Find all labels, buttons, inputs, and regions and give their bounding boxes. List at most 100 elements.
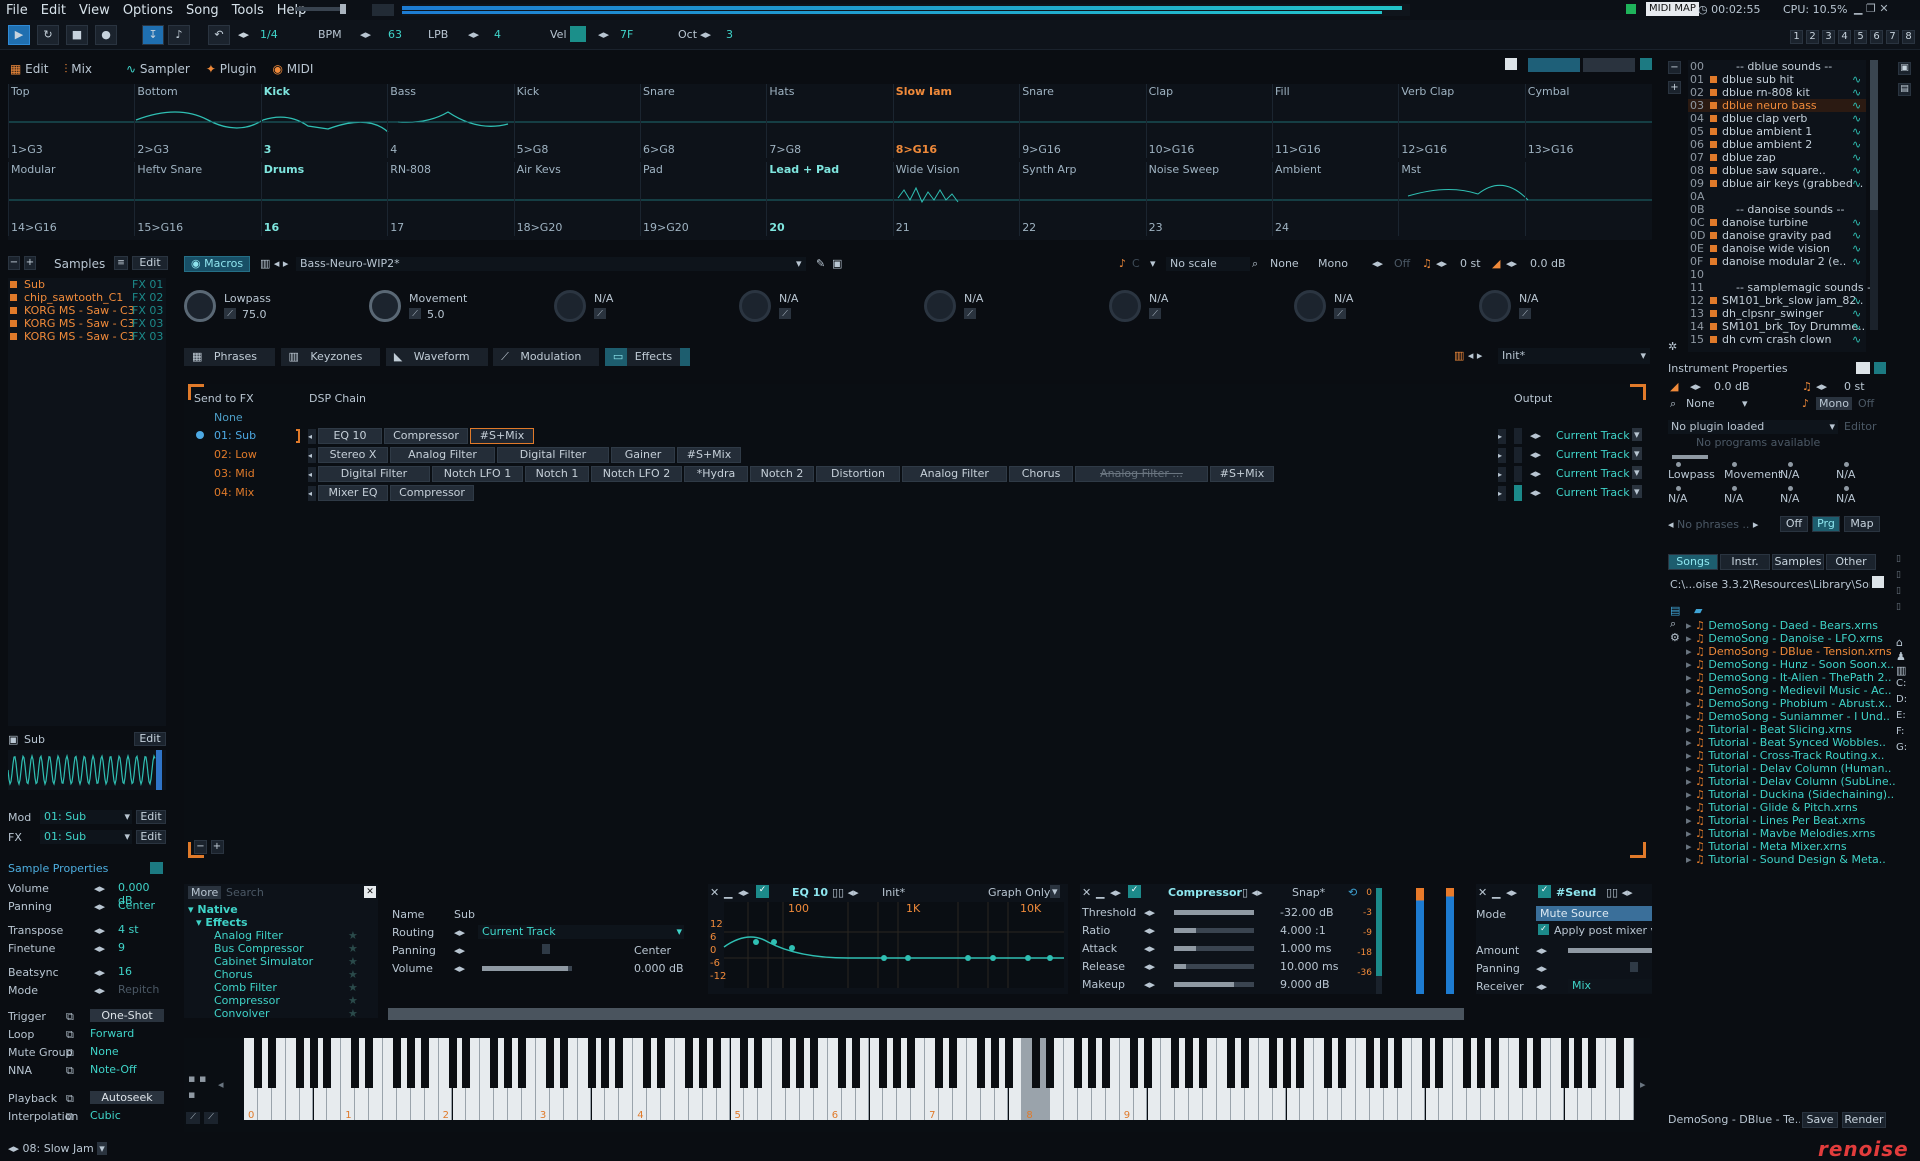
sample-prop-value[interactable]: Note-Off: [90, 1063, 137, 1076]
instr-mono[interactable]: Mono: [1816, 397, 1852, 410]
black-key[interactable]: [893, 1038, 902, 1088]
track-5-button[interactable]: 5: [1854, 30, 1867, 44]
send-nav-icon[interactable]: ◂▸: [1506, 886, 1517, 899]
instrument-item[interactable]: 15 dh cvm crash clown ∿: [1688, 333, 1866, 346]
fx-device-slot[interactable]: Compressor: [390, 485, 474, 501]
midi-map-button[interactable]: MIDI MAP: [1646, 2, 1699, 16]
browser-path[interactable]: C:\...oise 3.3.2\Resources\Library\Songs…: [1670, 578, 1870, 591]
sample-prop-value[interactable]: 9: [118, 941, 125, 954]
track-4-button[interactable]: 4: [1838, 30, 1851, 44]
black-key[interactable]: [406, 1038, 415, 1088]
instr-macro-dot[interactable]: [1788, 486, 1793, 491]
output-arrows-icon[interactable]: ◂▸: [1530, 429, 1541, 442]
comp-param-arrows-icon[interactable]: ◂▸: [1144, 906, 1155, 919]
apply-post-checkbox[interactable]: ✓: [1538, 924, 1549, 935]
render-song-button[interactable]: Render: [1842, 1112, 1886, 1128]
kb-tool-icon-1[interactable]: ▪ ▪: [188, 1072, 206, 1085]
instrument-item[interactable]: 07 dblue zap ∿: [1688, 151, 1866, 164]
tab-midi[interactable]: ◉ MIDI: [272, 62, 313, 77]
restore-icon[interactable]: ❐: [1866, 2, 1879, 15]
comp-param-slider[interactable]: [1174, 964, 1254, 969]
lines-arrows-icon[interactable]: ◂▸: [238, 28, 249, 41]
chain-left-icon[interactable]: ◂: [308, 486, 316, 501]
black-key[interactable]: [1421, 1038, 1430, 1088]
sample-prop-value[interactable]: One-Shot: [90, 1009, 164, 1022]
fx-device-slot[interactable]: Analog Filter ...: [1075, 466, 1208, 482]
native-folder[interactable]: ▾ Native: [188, 903, 238, 916]
black-key[interactable]: [990, 1038, 999, 1088]
black-key[interactable]: [615, 1038, 624, 1088]
menu-edit[interactable]: Edit: [41, 3, 66, 18]
td-volume-slider[interactable]: [482, 966, 572, 971]
key-value[interactable]: C: [1132, 257, 1140, 270]
comp-param-slider[interactable]: [1174, 928, 1254, 933]
bpm-value[interactable]: 63: [388, 28, 402, 41]
instr-macro-dot[interactable]: [1732, 462, 1737, 467]
send-receiver-select[interactable]: Mix: [1568, 979, 1652, 993]
black-key[interactable]: [1532, 1038, 1541, 1088]
phrase-map-button[interactable]: Map: [1844, 516, 1880, 532]
keyzone-pad[interactable]: RN-808 17: [387, 162, 514, 236]
black-key[interactable]: [559, 1038, 568, 1088]
black-key[interactable]: [837, 1038, 846, 1088]
instr-quantize-dropdown-icon[interactable]: ▾: [1742, 397, 1748, 410]
black-key[interactable]: [587, 1038, 596, 1088]
metronome-icon[interactable]: ♪: [168, 25, 190, 45]
macro-map-icon[interactable]: ⟋: [1334, 308, 1346, 319]
phrases-select[interactable]: ◂ No phrases .. ▸: [1668, 518, 1768, 532]
glide-arrows-icon[interactable]: ◂▸: [1372, 257, 1383, 270]
fx-device-slot[interactable]: #S+Mix: [1210, 466, 1274, 482]
black-key[interactable]: [462, 1038, 471, 1088]
song-file-item[interactable]: ▸ ♫ Tutorial - Beat Slicing.xrns: [1686, 723, 1882, 736]
sample-prop-arrows-icon[interactable]: ◂▸: [94, 924, 105, 937]
oct-arrows-icon[interactable]: ◂▸: [700, 28, 711, 41]
keyzone-pad[interactable]: Noise Sweep 23: [1145, 162, 1273, 236]
song-file-item[interactable]: ▸ ♫ DemoSong - DBlue - Tension.xrns: [1686, 645, 1892, 658]
keyzone-pad[interactable]: Mst: [1398, 162, 1525, 236]
song-file-item[interactable]: ▸ ♫ DemoSong - Phobium - Abrust.x..: [1686, 697, 1892, 710]
mod-edit-button[interactable]: Edit: [136, 810, 166, 824]
favorite-star-icon[interactable]: ★: [348, 994, 358, 1007]
black-key[interactable]: [1463, 1038, 1472, 1088]
instrument-item[interactable]: 01 dblue sub hit ∿: [1688, 73, 1866, 86]
instr-volume[interactable]: 0.0 dB: [1714, 380, 1750, 393]
macro-knob[interactable]: [1479, 290, 1511, 322]
library-icon[interactable]: ▥: [1896, 664, 1910, 678]
home-icon[interactable]: ⌂: [1896, 636, 1910, 650]
song-file-item[interactable]: ▸ ♫ Tutorial - Meta Mixer.xrns: [1686, 840, 1882, 853]
song-file-item[interactable]: ▸ ♫ Tutorial - Sound Design & Meta..: [1686, 853, 1886, 866]
send-mode-select[interactable]: Mute Source: [1536, 906, 1652, 921]
black-key[interactable]: [1616, 1038, 1625, 1088]
comp-minimize-icon[interactable]: ▁: [1096, 886, 1104, 899]
black-key[interactable]: [976, 1038, 985, 1088]
song-file-item[interactable]: ▸ ♫ Tutorial - Delav Column (Human..: [1686, 762, 1891, 775]
add-instrument-icon[interactable]: +: [1668, 81, 1681, 94]
comp-enable-checkbox[interactable]: ✓: [1128, 885, 1141, 898]
macro-map-icon[interactable]: ⟋: [409, 308, 421, 319]
effects-folder[interactable]: ▾ Effects: [196, 916, 248, 929]
fx-device-slot[interactable]: #S+Mix: [677, 447, 741, 463]
panel-number-icon[interactable]: ▯: [1896, 570, 1910, 584]
volume-value[interactable]: 0.0 dB: [1530, 257, 1566, 270]
fx-chain-name[interactable]: 03: Mid: [214, 467, 255, 480]
loop-pattern-icon[interactable]: ↻: [37, 25, 59, 45]
bpm-arrows-icon[interactable]: ◂▸: [360, 28, 371, 41]
follow-icon[interactable]: ↧: [142, 25, 164, 45]
send-panning-slider[interactable]: [1630, 962, 1638, 972]
keyzone-pad[interactable]: Lead + Pad 20: [766, 162, 893, 236]
chain-right-icon[interactable]: ▸: [1498, 429, 1506, 444]
volume-arrows-icon[interactable]: ◂▸: [1506, 257, 1517, 270]
eq-close-icon[interactable]: ✕: [710, 886, 719, 899]
vel-arrows-icon[interactable]: ◂▸: [598, 28, 609, 41]
mini-sample-edit-button[interactable]: Edit: [134, 732, 166, 746]
black-key[interactable]: [1143, 1038, 1152, 1088]
output-arrows-icon[interactable]: ◂▸: [1530, 467, 1541, 480]
close-window-icon[interactable]: ✕: [1879, 2, 1888, 15]
remove-sample-icon[interactable]: −: [8, 256, 20, 270]
tab-songs[interactable]: Songs: [1668, 554, 1718, 570]
macros-toggle[interactable]: ◉ Macros: [184, 256, 251, 272]
lines-value[interactable]: 1/4: [260, 28, 278, 41]
song-file-item[interactable]: ▸ ♫ DemoSong - Danoise - LFO.xrns: [1686, 632, 1883, 645]
scope-view-button[interactable]: [1528, 58, 1580, 72]
panel-number-icon[interactable]: ▯: [1896, 602, 1910, 616]
